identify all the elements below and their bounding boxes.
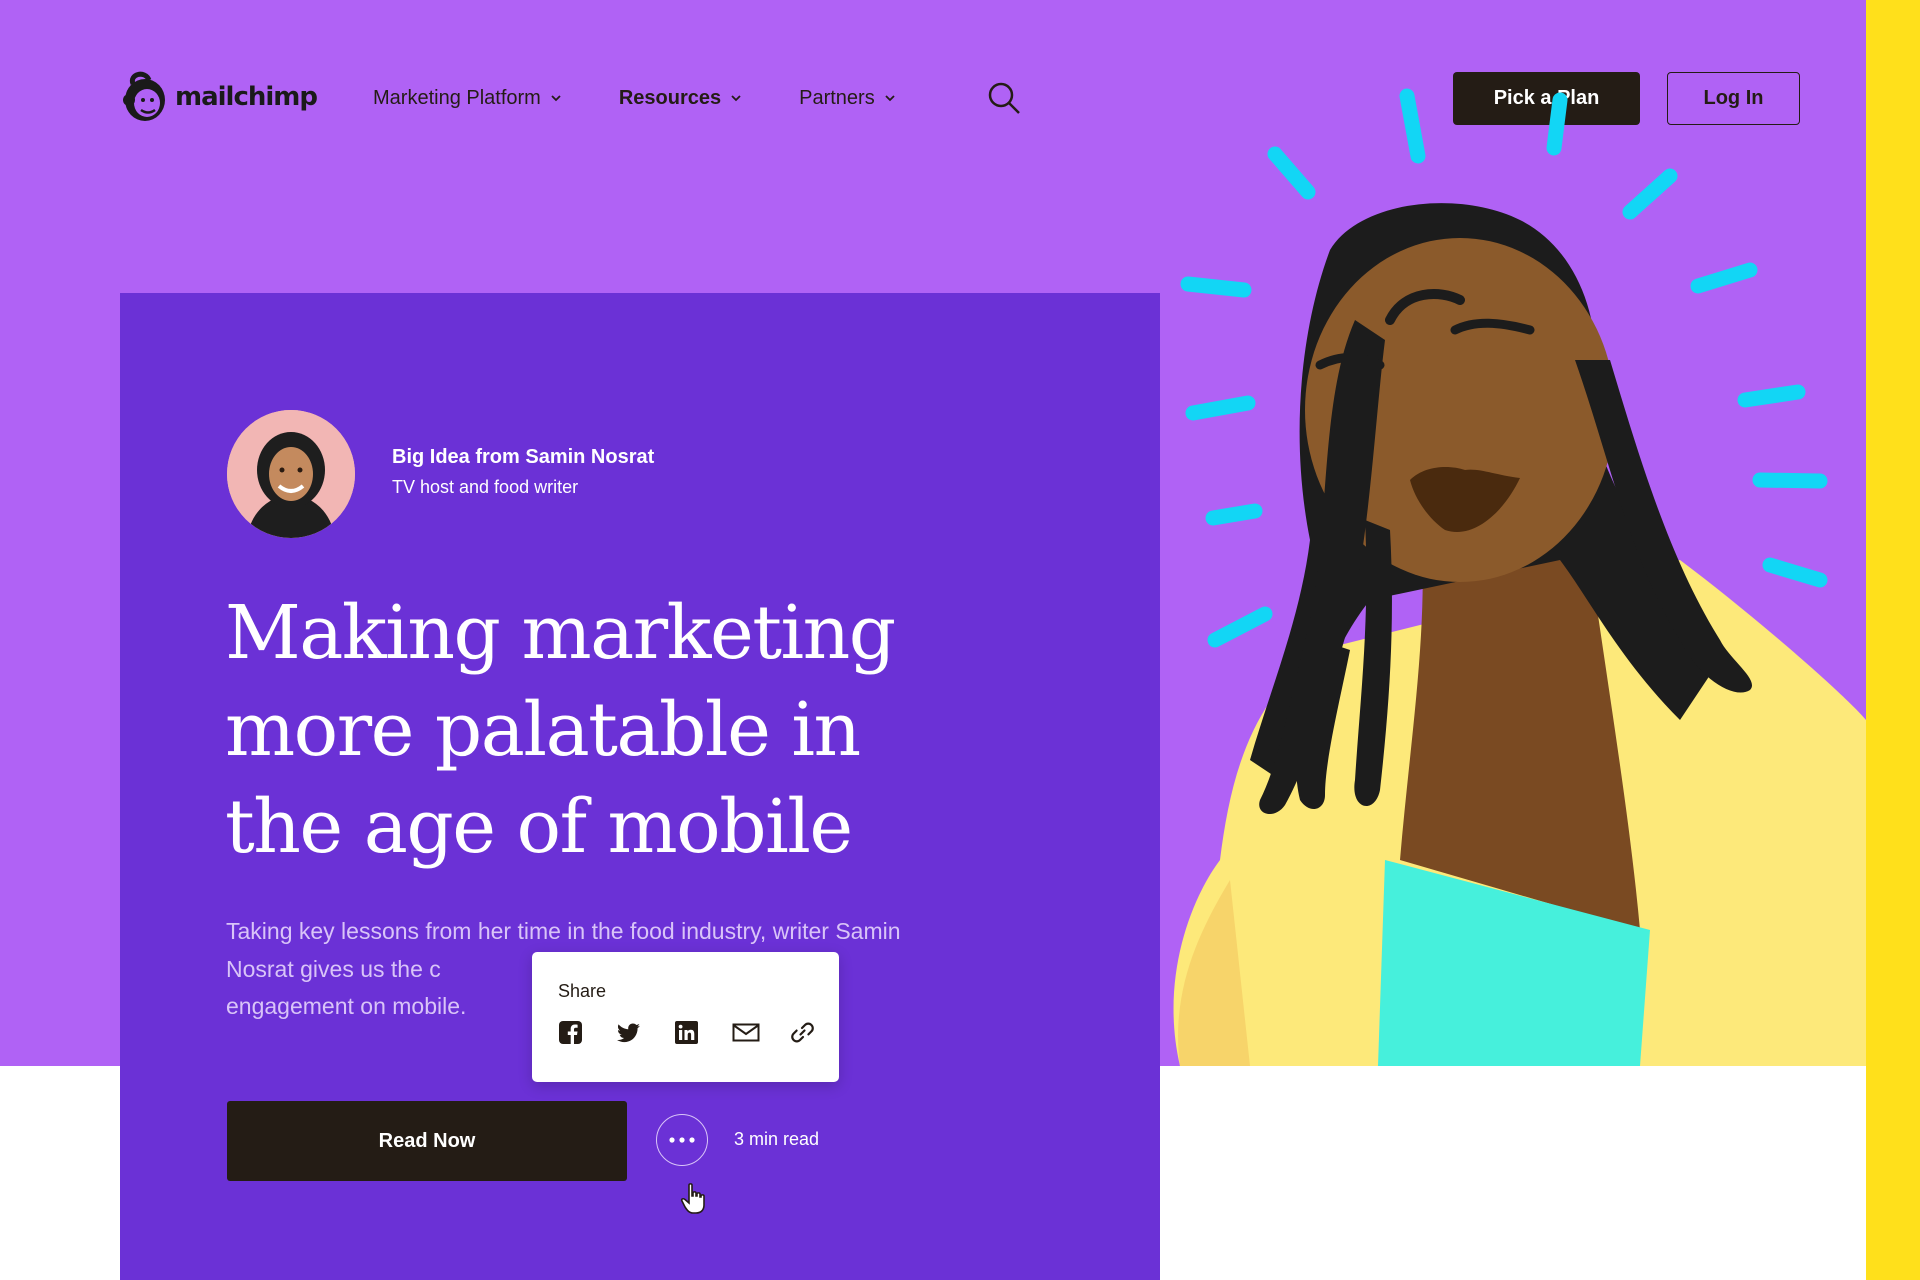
chevron-down-icon (885, 95, 895, 102)
article-headline: Making marketing more palatable in the a… (225, 590, 896, 870)
author-avatar (227, 410, 355, 538)
side-accent-stripe (1866, 0, 1920, 1280)
description-line3: engagement on mobile. (226, 993, 467, 1019)
nav-item-label: Resources (618, 86, 722, 109)
share-popover: Share (532, 952, 839, 1082)
nav-item-label: Partners (799, 86, 875, 109)
email-icon[interactable] (732, 1020, 760, 1045)
hand-cursor-icon (680, 1183, 705, 1214)
read-now-button[interactable]: Read Now (227, 1101, 627, 1181)
share-icons-row (558, 1020, 815, 1045)
woman-illustration (1173, 88, 1866, 1066)
chevron-down-icon (551, 95, 561, 102)
nav-resources[interactable]: Resources (619, 87, 741, 110)
nav-item-label: Marketing Platform (373, 86, 541, 109)
nav-marketing-platform[interactable]: Marketing Platform (373, 87, 561, 110)
search-icon[interactable] (986, 80, 1022, 116)
more-dots-icon (669, 1137, 695, 1143)
chevron-down-icon (731, 95, 741, 102)
more-options-button[interactable] (656, 1114, 708, 1166)
author-role: TV host and food writer (392, 477, 579, 497)
twitter-icon[interactable] (616, 1020, 641, 1045)
author-portrait-icon (227, 410, 355, 538)
author-name: Big Idea from Samin Nosrat (392, 446, 655, 468)
logo-wordmark: mailchimp (175, 82, 318, 112)
linkedin-icon[interactable] (674, 1020, 699, 1045)
share-label: Share (558, 981, 607, 1001)
mailchimp-logo[interactable]: mailchimp (119, 70, 318, 124)
freddie-logo-icon (123, 71, 165, 121)
facebook-icon[interactable] (558, 1020, 583, 1045)
read-time: 3 min read (734, 1129, 820, 1149)
link-icon[interactable] (790, 1020, 815, 1045)
main-nav: Marketing Platform Resources Partners (373, 80, 953, 116)
nav-partners[interactable]: Partners (799, 87, 895, 110)
